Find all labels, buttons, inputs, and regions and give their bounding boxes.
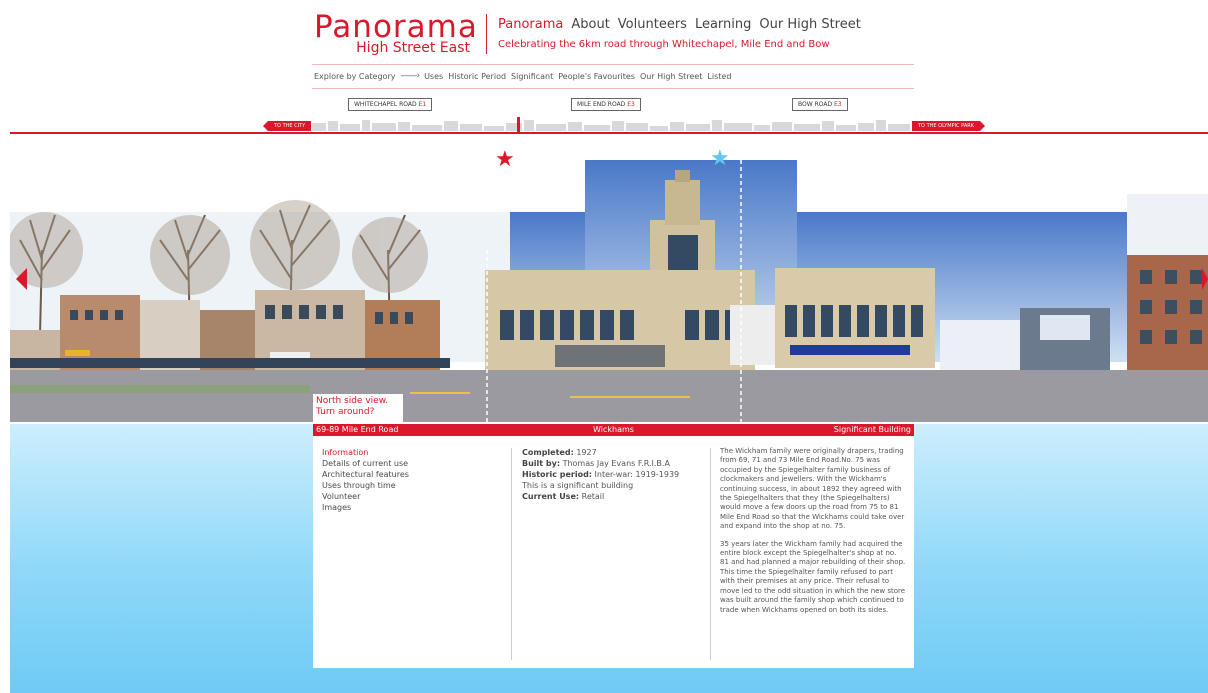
tagline: Celebrating the 6km road through Whitech… <box>498 39 830 50</box>
position-marker[interactable] <box>517 117 520 133</box>
nav-learning[interactable]: Learning <box>695 17 751 32</box>
building-name: Wickhams <box>593 425 634 434</box>
nav-panorama[interactable]: Panorama <box>498 17 563 32</box>
building-category: Significant Building <box>833 425 911 434</box>
explore-label: Explore by Category <box>314 71 396 81</box>
turn-around-link[interactable]: North side view. Turn around? <box>313 394 403 422</box>
to-the-city-button[interactable]: TO THE CITY <box>262 121 312 131</box>
menu-details-current-use[interactable]: Details of current use <box>322 458 409 469</box>
category-significant[interactable]: Significant <box>511 72 553 81</box>
panorama-image <box>10 160 1208 422</box>
nav-our-high-street[interactable]: Our High Street <box>759 17 860 32</box>
nav-about[interactable]: About <box>571 17 609 32</box>
divider-top <box>312 64 914 65</box>
column-divider-2 <box>710 448 711 660</box>
logo-title: Panorama <box>314 9 478 45</box>
road-whitechapel[interactable]: WHITECHAPEL ROAD E1 <box>348 98 433 111</box>
building-facts: Completed: 1927 Built by: Thomas Jay Eva… <box>522 447 679 502</box>
pan-left-arrow-icon[interactable] <box>16 268 27 290</box>
category-peoples-favourites[interactable]: People's Favourites <box>558 72 635 81</box>
column-divider-1 <box>511 448 512 660</box>
road-rule <box>10 132 1208 134</box>
pan-right-arrow-icon[interactable] <box>1202 268 1208 290</box>
skyline-strip[interactable] <box>312 117 910 131</box>
story-paragraph-1: The Wickham family were originally drape… <box>720 447 905 531</box>
side-view-line1: North side view. <box>316 396 389 406</box>
side-view-line2: Turn around? <box>316 407 375 417</box>
menu-images[interactable]: Images <box>322 502 409 513</box>
fact-completed: Completed: 1927 <box>522 448 597 457</box>
header-divider <box>486 14 487 54</box>
to-the-olympic-park-button[interactable]: TO THE OLYMPIC PARK <box>912 121 986 131</box>
info-panel: Information Details of current use Archi… <box>313 436 914 668</box>
menu-information[interactable]: Information <box>322 447 409 458</box>
divider-bottom <box>312 88 914 89</box>
building-infobar: Wickhams 69-89 Mile End Road Significant… <box>313 424 914 436</box>
street-panorama[interactable] <box>10 160 1208 422</box>
building-address: 69-89 Mile End Road <box>316 425 399 434</box>
info-menu: Information Details of current use Archi… <box>322 447 409 513</box>
menu-volunteer[interactable]: Volunteer <box>322 491 409 502</box>
fact-current-use: Current Use: Retail <box>522 492 605 501</box>
category-bar: Explore by Category ——› Uses Historic Pe… <box>314 71 731 81</box>
top-navigation: Panorama About Volunteers Learning Our H… <box>498 17 861 32</box>
road-bow[interactable]: BOW ROAD E3 <box>792 98 848 111</box>
road-mile-end[interactable]: MILE END ROAD E3 <box>571 98 641 111</box>
category-uses[interactable]: Uses <box>424 72 443 81</box>
building-story: The Wickham family were originally drape… <box>720 447 906 623</box>
menu-uses-through-time[interactable]: Uses through time <box>322 480 409 491</box>
category-our-high-street[interactable]: Our High Street <box>640 72 702 81</box>
fact-historic-period: Historic period: Inter-war: 1919-1939 <box>522 470 680 479</box>
star-icon-red[interactable]: ★ 8 <box>495 149 515 171</box>
fact-significant: This is a significant building <box>522 481 634 490</box>
site-logo[interactable]: Panorama High Street East <box>314 9 478 57</box>
menu-architectural-features[interactable]: Architectural features <box>322 469 409 480</box>
category-historic-period[interactable]: Historic Period <box>448 72 506 81</box>
category-listed[interactable]: Listed <box>707 72 731 81</box>
nav-volunteers[interactable]: Volunteers <box>618 17 687 32</box>
long-right-arrow-icon: ——› <box>400 71 420 81</box>
story-paragraph-2: 35 years later the Wickham family had ac… <box>720 539 906 614</box>
fact-built-by: Built by: Thomas Jay Evans F.R.I.B.A <box>522 459 670 468</box>
star-number: 8 <box>504 163 508 169</box>
star-icon-blue[interactable]: ★ <box>710 148 730 170</box>
